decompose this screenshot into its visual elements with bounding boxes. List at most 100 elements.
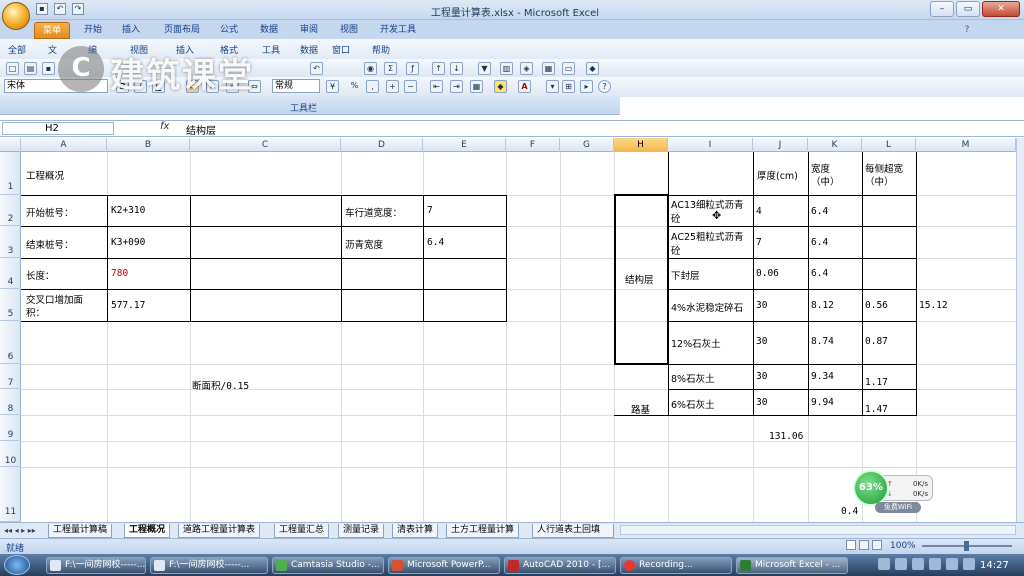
cell-k6[interactable]: 8.74 <box>811 336 834 347</box>
tab-page-layout[interactable]: 页面布局 <box>158 22 206 39</box>
cell-k3[interactable]: 6.4 <box>811 237 828 248</box>
open-folder-icon[interactable]: ▤ <box>24 62 37 75</box>
shield-icon[interactable] <box>878 558 890 570</box>
page-break-view-icon[interactable] <box>872 540 882 550</box>
tab-view[interactable]: 视图 <box>334 22 364 39</box>
cell-e2[interactable]: 7 <box>427 205 433 216</box>
horizontal-scrollbar[interactable] <box>620 525 1016 535</box>
worksheet-grid[interactable]: 工程概况 开始桩号： K2+310 车行道宽度： 7 结束桩号： K3+090 … <box>21 152 1016 522</box>
restore-button[interactable]: ▭ <box>956 1 980 17</box>
comma-style-icon[interactable]: , <box>366 80 379 93</box>
start-button[interactable] <box>4 555 30 575</box>
input-method-icon[interactable] <box>929 558 941 570</box>
filter-icon[interactable]: ▼ <box>478 62 491 75</box>
row-header-4[interactable]: 4 <box>0 258 21 289</box>
sheet-tab-2[interactable]: 工程概况 <box>124 524 171 538</box>
volume-icon[interactable] <box>912 558 924 570</box>
increase-decimal-icon[interactable]: + <box>386 80 399 93</box>
menu-all[interactable]: 全部 <box>8 43 26 56</box>
column-header-e[interactable]: E <box>423 138 506 152</box>
taskbar-item-autocad[interactable]: AutoCAD 2010 - [... <box>504 557 616 574</box>
fill-color-icon[interactable]: ◆ <box>494 80 507 93</box>
sheet-tab-3[interactable]: 道路工程量计算表 <box>178 524 261 538</box>
cell-i2-line1[interactable]: AC13细粒式沥青 <box>671 197 744 211</box>
decrease-decimal-icon[interactable]: − <box>404 80 417 93</box>
hyperlink-icon[interactable]: ◉ <box>364 62 377 75</box>
cell-k7[interactable]: 9.34 <box>811 371 834 382</box>
drawing-icon[interactable]: ◈ <box>520 62 533 75</box>
menu-file[interactable]: 文 <box>48 43 57 56</box>
cell-k8[interactable]: 9.94 <box>811 397 834 408</box>
name-box[interactable]: H2 <box>2 122 114 135</box>
font-color-icon[interactable]: A <box>518 80 531 93</box>
menu-help[interactable]: 帮助 <box>372 43 390 56</box>
cell-d2[interactable]: 车行道宽度： <box>345 205 402 219</box>
undo-icon[interactable]: ↶ <box>310 62 323 75</box>
tab-review[interactable]: 审阅 <box>294 22 324 39</box>
page-layout-view-icon[interactable] <box>859 540 869 550</box>
taskbar-clock[interactable]: 14:27 <box>980 560 1009 571</box>
zoom-slider-thumb[interactable] <box>964 541 969 551</box>
flag-icon[interactable] <box>946 558 958 570</box>
toolbar-more-icon[interactable]: ▸ <box>580 80 593 93</box>
column-header-f[interactable]: F <box>506 138 560 152</box>
column-header-h[interactable]: H <box>614 138 668 152</box>
column-header-j[interactable]: J <box>753 138 808 152</box>
cell-j7[interactable]: 30 <box>756 371 767 382</box>
sheet-tab-6[interactable]: 清表计算 <box>392 524 439 538</box>
cell-a5-line2[interactable]: 积： <box>26 305 45 319</box>
cell-i7[interactable]: 8%石灰土 <box>671 371 715 385</box>
office-button[interactable] <box>2 2 30 30</box>
sheet-tab-1[interactable]: 工程量计算稿 <box>48 524 113 538</box>
row-header-1[interactable]: 1 <box>0 152 21 195</box>
network-icon[interactable] <box>895 558 907 570</box>
sheet-tab-7[interactable]: 土方工程量计算 <box>446 524 520 538</box>
percent-button[interactable]: % <box>348 80 361 93</box>
cell-a4[interactable]: 长度： <box>26 268 55 282</box>
formula-input[interactable]: 结构层 <box>186 122 216 137</box>
row-header-8[interactable]: 8 <box>0 389 21 415</box>
row-header-7[interactable]: 7 <box>0 364 21 389</box>
cell-i8[interactable]: 6%石灰土 <box>671 397 715 411</box>
cell-i3-line2[interactable]: 砼 <box>671 243 681 257</box>
autosum-icon[interactable]: Σ <box>384 62 397 75</box>
cell-j3[interactable]: 7 <box>756 237 762 248</box>
column-header-k[interactable]: K <box>808 138 862 152</box>
cell-j5[interactable]: 30 <box>756 300 767 311</box>
row-header-2[interactable]: 2 <box>0 195 21 226</box>
cell-i3-line1[interactable]: AC25粗粒式沥青 <box>671 229 744 243</box>
cell-k4[interactable]: 6.4 <box>811 268 828 279</box>
taskbar-item-explorer-2[interactable]: F:\一间房网校-----... <box>150 557 268 574</box>
column-header-d[interactable]: D <box>341 138 423 152</box>
redo-icon[interactable]: ↷ <box>72 3 84 15</box>
sheet-tab-8[interactable]: 人行道表土回填 <box>532 524 614 538</box>
cell-e3[interactable]: 6.4 <box>427 237 444 248</box>
cell-l7[interactable]: 1.17 <box>865 377 888 388</box>
cell-j1[interactable]: 厚度(cm) <box>757 168 798 182</box>
cell-b5[interactable]: 577.17 <box>111 300 145 311</box>
comment-icon[interactable]: ▭ <box>562 62 575 75</box>
zoom-slider[interactable] <box>922 541 1012 551</box>
taskbar-item-powerpoint[interactable]: Microsoft PowerP... <box>388 557 500 574</box>
outdent-icon[interactable]: ⇥ <box>450 80 463 93</box>
sheet-tab-5[interactable]: 测量记录 <box>338 524 385 538</box>
row-header-3[interactable]: 3 <box>0 226 21 258</box>
column-header-b[interactable]: B <box>107 138 190 152</box>
cell-l1-line2[interactable]: （中） <box>865 174 894 188</box>
vertical-scrollbar[interactable] <box>1016 138 1024 522</box>
zoom-level[interactable]: 100% <box>890 541 916 551</box>
taskbar-item-recording[interactable]: Recording... <box>620 557 732 574</box>
taskbar-item-explorer-1[interactable]: F:\一间房网校-----... <box>46 557 146 574</box>
table-icon[interactable]: ▦ <box>542 62 555 75</box>
minimize-button[interactable]: – <box>930 1 954 17</box>
row-header-5[interactable]: 5 <box>0 289 21 321</box>
save-icon[interactable]: ▪ <box>36 3 48 15</box>
tab-insert[interactable]: 插入 <box>116 22 146 39</box>
cell-k1-line2[interactable]: （中） <box>811 174 840 188</box>
save-icon[interactable]: ▪ <box>42 62 55 75</box>
tab-home[interactable]: 开始 <box>78 22 108 39</box>
cell-m5[interactable]: 15.12 <box>919 300 948 311</box>
network-speed-widget[interactable]: ↑ ↓ 0K/s 0K/s 63% 免费WiFi <box>853 470 933 514</box>
borders-icon[interactable]: ▦ <box>470 80 483 93</box>
sort-ascending-icon[interactable]: ↑ <box>432 62 445 75</box>
